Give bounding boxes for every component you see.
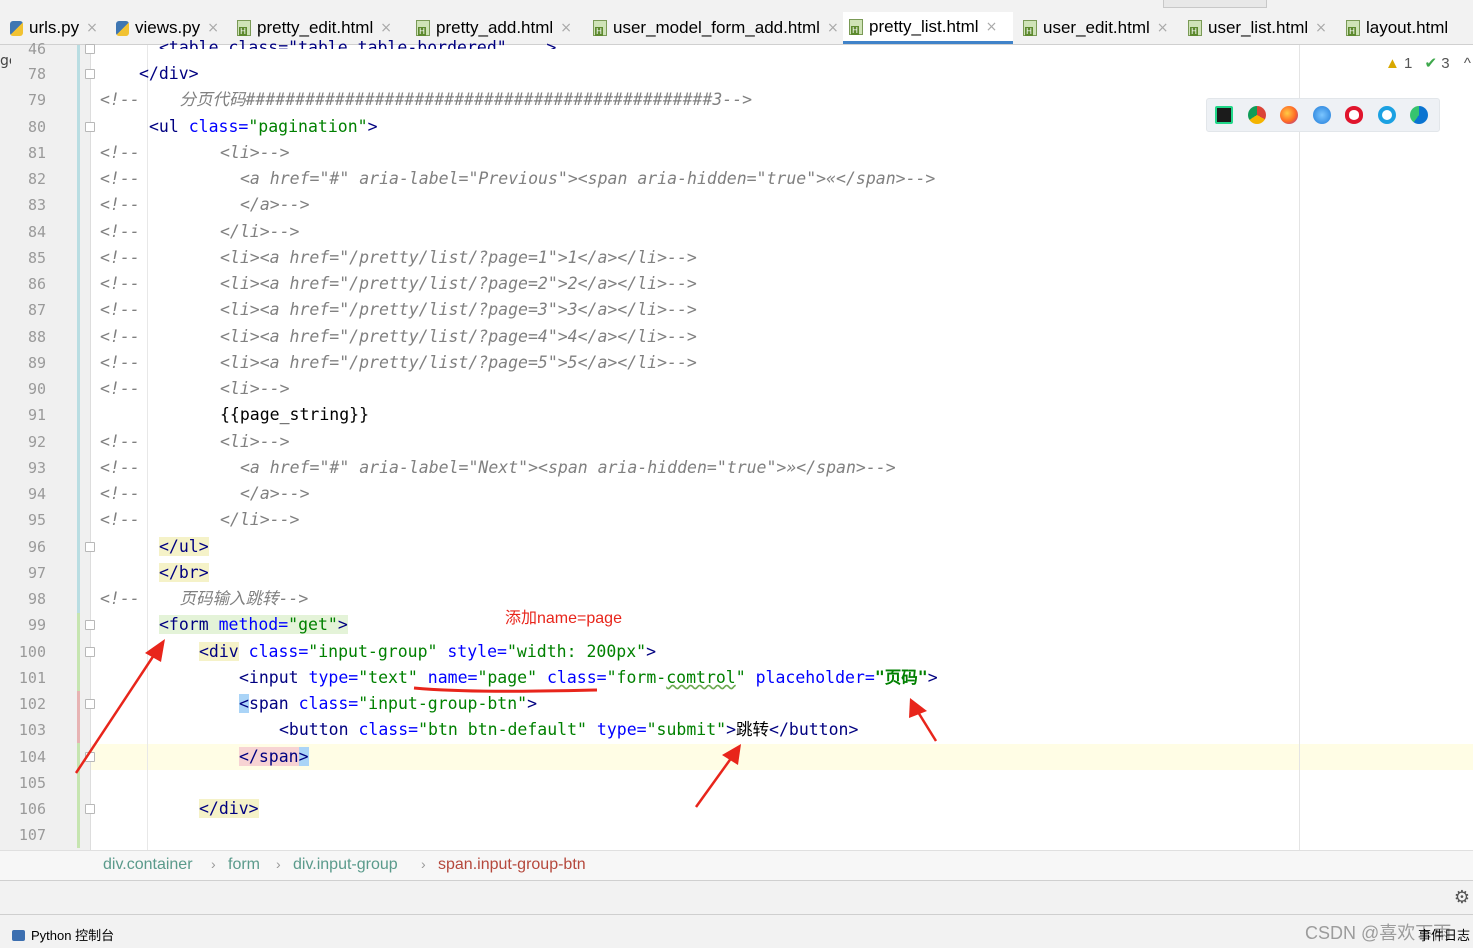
console-icon <box>12 930 25 941</box>
arrow-to-form <box>74 651 158 774</box>
tool-window-strip: ⚙ <box>0 880 1473 914</box>
arrow-to-placeholder <box>916 711 938 742</box>
event-log-button[interactable]: 事件日志 <box>1418 925 1470 944</box>
breadcrumb-separator: › <box>276 856 281 872</box>
arrow-head <box>909 698 927 718</box>
arrow-head <box>145 639 165 662</box>
breadcrumb-item[interactable]: div.container <box>103 856 193 874</box>
breadcrumb-item[interactable]: form <box>228 856 260 874</box>
breadcrumb: div.container › form › div.input-group ›… <box>0 850 1473 881</box>
breadcrumb-separator: › <box>421 856 426 872</box>
annotation-overlay <box>74 639 938 808</box>
arrow-to-button-text <box>694 756 734 808</box>
underline-annotation <box>413 686 598 693</box>
status-bar: Python 控制台 CSDN @喜欢下雨 事件日志 <box>0 914 1473 948</box>
breadcrumb-separator: › <box>211 856 216 872</box>
breadcrumb-item[interactable]: div.input-group <box>293 856 398 874</box>
gear-icon[interactable]: ⚙ <box>1454 887 1470 908</box>
python-console-label: Python 控制台 <box>31 928 115 943</box>
breadcrumb-item[interactable]: span.input-group-btn <box>438 856 586 874</box>
python-console-button[interactable]: Python 控制台 <box>12 925 114 944</box>
arrow-head <box>722 744 741 765</box>
